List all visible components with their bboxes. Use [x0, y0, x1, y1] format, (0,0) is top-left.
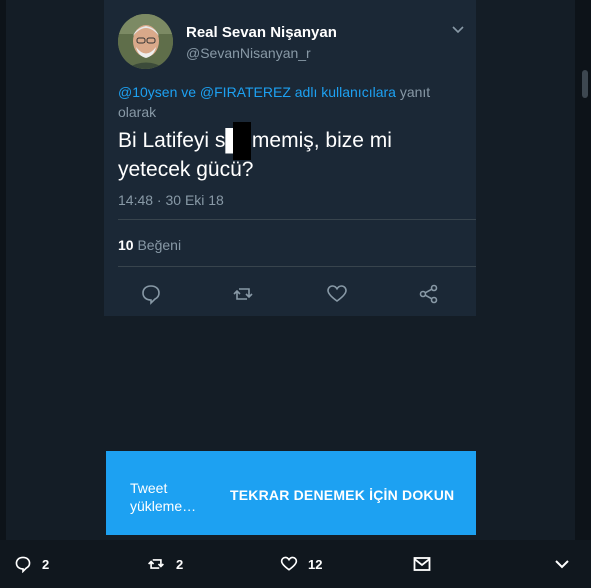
- tweet-viewer: Real Sevan Nişanyan @SevanNisanyan_r @10…: [0, 0, 591, 588]
- tweet-card: Real Sevan Nişanyan @SevanNisanyan_r @10…: [104, 0, 476, 316]
- reply-context: @10ysen ve @FIRATEREZ adlı kullanıcılara…: [118, 82, 458, 122]
- divider: [118, 219, 476, 220]
- retweet-action[interactable]: 2: [146, 554, 183, 574]
- share-icon[interactable]: [418, 283, 440, 305]
- redaction-mark: [233, 122, 251, 160]
- author-handle[interactable]: @SevanNisanyan_r: [186, 45, 311, 61]
- avatar[interactable]: [118, 14, 173, 69]
- like-count: 12: [308, 556, 323, 572]
- direct-message-icon[interactable]: [413, 554, 441, 574]
- like-icon: [280, 556, 298, 571]
- likes-label: Beğeni: [137, 237, 182, 253]
- author-name[interactable]: Real Sevan Nişanyan: [186, 24, 337, 41]
- tweet-text: Bi Latifeyi s█ememiş, bize mi yetecek gü…: [118, 129, 392, 181]
- chevron-down-icon[interactable]: [450, 22, 466, 38]
- like-action[interactable]: 12: [280, 554, 322, 574]
- scrollbar-track[interactable]: [575, 0, 591, 588]
- scrollbar-thumb[interactable]: [582, 70, 588, 98]
- retweet-icon: [148, 559, 164, 569]
- reply-icon: [15, 556, 31, 573]
- load-error-toast: Tweet yükleme… TEKRAR DENEMEK İÇİN DOKUN: [106, 451, 476, 535]
- likes-count: 10: [118, 237, 134, 253]
- retry-button[interactable]: TEKRAR DENEMEK İÇİN DOKUN: [230, 487, 454, 503]
- toast-message: Tweet yükleme…: [130, 480, 197, 514]
- chevron-down-icon[interactable]: [554, 554, 580, 574]
- likes-summary[interactable]: 10 Beğeni: [118, 237, 181, 253]
- reply-count: 2: [42, 556, 50, 572]
- reply-mentions[interactable]: @10ysen ve @FIRATEREZ adlı kullanıcılara: [118, 84, 396, 100]
- bottom-action-bar: 2 2 12: [0, 540, 591, 588]
- divider: [118, 266, 476, 267]
- like-icon[interactable]: [326, 283, 348, 305]
- reply-icon[interactable]: [140, 283, 162, 305]
- tweet-timestamp[interactable]: 14:48 · 30 Eki 18: [118, 192, 224, 208]
- retweet-count: 2: [176, 556, 184, 572]
- left-edge: [0, 0, 6, 588]
- retweet-icon[interactable]: [232, 283, 254, 305]
- reply-action[interactable]: 2: [14, 554, 49, 574]
